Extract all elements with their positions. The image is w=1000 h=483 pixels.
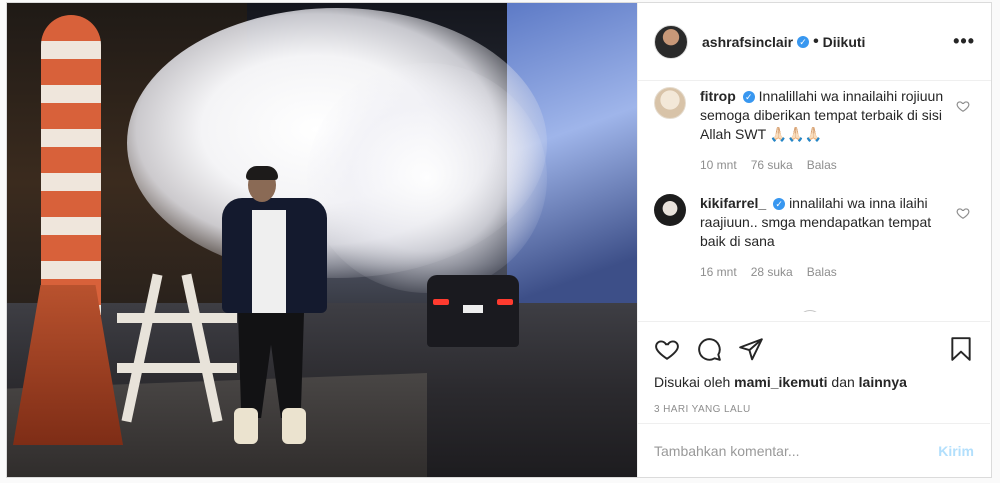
send-comment-button[interactable]: Kirim	[938, 443, 974, 459]
comment-like-heart-icon[interactable]	[956, 99, 970, 113]
liked-by-prefix: Disukai oleh	[654, 374, 731, 390]
bookmark-icon[interactable]	[948, 336, 974, 362]
photo-person	[222, 166, 327, 448]
more-options-icon[interactable]: •••	[953, 31, 975, 52]
add-comment-bar: Kirim	[638, 423, 990, 477]
comment-item: kikifarrel_ ✓ innalilahi wa inna ilaihi r…	[654, 194, 974, 279]
liked-by-others[interactable]: lainnya	[859, 374, 907, 390]
comment-time[interactable]: 16 mnt	[700, 265, 737, 279]
commenter-avatar[interactable]	[654, 194, 686, 226]
reply-button[interactable]: Balas	[807, 265, 837, 279]
author-username[interactable]: ashrafsinclair	[702, 34, 793, 50]
comment-item: fitrop ✓ Innalillahi wa innailaihi rojiuu…	[654, 87, 974, 172]
heart-icon[interactable]	[654, 336, 680, 362]
photo-barricade	[117, 273, 237, 423]
liked-by-text: Disukai oleh mami_ikemuti dan lainnya	[654, 374, 974, 390]
post-header: ashrafsinclair ✓ • Diikuti •••	[638, 3, 991, 81]
verified-icon: ✓	[797, 35, 810, 48]
post-side-panel: ashrafsinclair ✓ • Diikuti ••• fitrop ✓ I…	[637, 3, 991, 477]
commenter-username[interactable]: fitrop	[700, 88, 736, 104]
liked-by-connector: dan	[831, 374, 855, 390]
reply-button[interactable]: Balas	[807, 158, 837, 172]
comment-likes[interactable]: 28 suka	[751, 265, 793, 279]
commenter-avatar[interactable]	[654, 87, 686, 119]
comments-list: fitrop ✓ Innalillahi wa innailaihi rojiuu…	[638, 82, 990, 312]
post-actions: Disukai oleh mami_ikemuti dan lainnya 3 …	[638, 321, 990, 415]
comment-icon[interactable]	[696, 336, 722, 362]
comment-input[interactable]	[654, 442, 939, 459]
comment-time[interactable]: 10 mnt	[700, 158, 737, 172]
verified-icon: ✓	[773, 198, 786, 210]
commenter-username[interactable]: kikifarrel_	[700, 195, 766, 211]
author-avatar[interactable]	[654, 24, 688, 59]
verified-icon: ✓	[742, 91, 755, 103]
comment-text: Innalillahi wa innailaihi rojiuun semoga…	[700, 88, 944, 142]
instagram-post: ashrafsinclair ✓ • Diikuti ••• fitrop ✓ I…	[6, 2, 992, 478]
follow-status-button[interactable]: Diikuti	[823, 34, 866, 50]
photo-steam-cloud-2	[307, 63, 547, 293]
share-icon[interactable]	[738, 336, 764, 362]
post-photo[interactable]	[7, 3, 637, 477]
photo-car	[427, 275, 519, 347]
comment-like-heart-icon[interactable]	[956, 206, 970, 220]
comment-likes[interactable]: 76 suka	[751, 158, 793, 172]
liked-by-user[interactable]: mami_ikemuti	[734, 374, 827, 390]
separator-dot: •	[813, 32, 819, 50]
load-more-comments-icon[interactable]	[798, 310, 822, 312]
post-timestamp[interactable]: 3 HARI YANG LALU	[654, 404, 974, 415]
photo-traffic-cone	[13, 15, 123, 445]
